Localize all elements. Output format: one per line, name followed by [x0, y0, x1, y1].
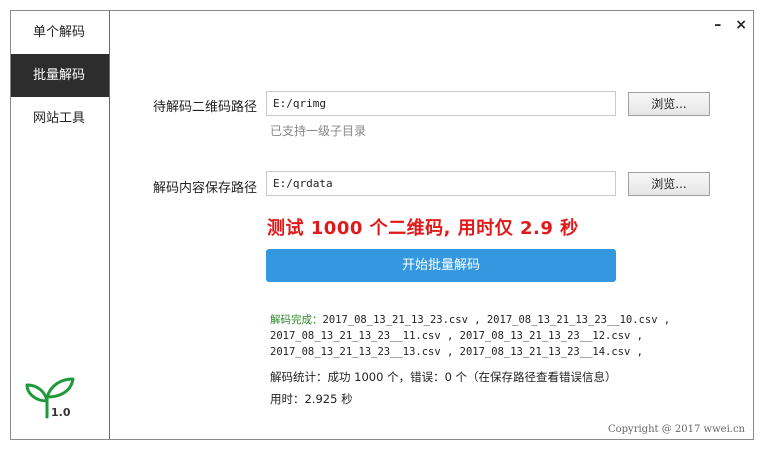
- sidebar-item-single-decode[interactable]: 单个解码: [11, 11, 109, 54]
- window-controls: – ×: [714, 17, 747, 33]
- source-browse-button[interactable]: 浏览...: [628, 92, 710, 116]
- decode-time: 用时：2.925 秒: [270, 392, 353, 406]
- source-hint: 已支持一级子目录: [270, 124, 367, 138]
- version-label: 1.0: [51, 406, 71, 419]
- sidebar-item-batch-decode[interactable]: 批量解码: [11, 54, 109, 97]
- result-line-3: 2017_08_13_21_13_23__13.csv , 2017_08_13…: [270, 346, 643, 358]
- result-line-1: 解码完成：2017_08_13_21_13_23.csv , 2017_08_1…: [270, 314, 671, 326]
- decode-stats: 解码统计：成功 1000 个，错误：0 个（在保存路径查看错误信息）: [270, 370, 617, 384]
- source-path-label: 待解码二维码路径: [152, 100, 257, 115]
- start-batch-decode-button[interactable]: 开始批量解码: [266, 249, 616, 282]
- result-files: 解码完成：2017_08_13_21_13_23.csv , 2017_08_1…: [270, 312, 670, 360]
- source-path-input[interactable]: E:/qrimg: [266, 91, 616, 116]
- result-line-2: 2017_08_13_21_13_23__11.csv , 2017_08_13…: [270, 330, 643, 342]
- app-window: 单个解码 批量解码 网站工具 1.0 – × 待解码二维码路径 E:/qrimg…: [10, 10, 754, 440]
- dest-path-input[interactable]: E:/qrdata: [266, 171, 616, 196]
- copyright: Copyright @ 2017 wwei.cn: [607, 424, 745, 435]
- close-icon[interactable]: ×: [735, 17, 747, 33]
- sidebar-item-site-tools[interactable]: 网站工具: [11, 97, 109, 140]
- done-label: 解码完成：: [270, 314, 323, 326]
- performance-headline: 测试 1000 个二维码, 用时仅 2.9 秒: [267, 218, 579, 239]
- sidebar: 单个解码 批量解码 网站工具 1.0: [11, 11, 110, 439]
- minimize-icon[interactable]: –: [714, 17, 721, 33]
- dest-browse-button[interactable]: 浏览...: [628, 172, 710, 196]
- dest-path-label: 解码内容保存路径: [152, 181, 257, 196]
